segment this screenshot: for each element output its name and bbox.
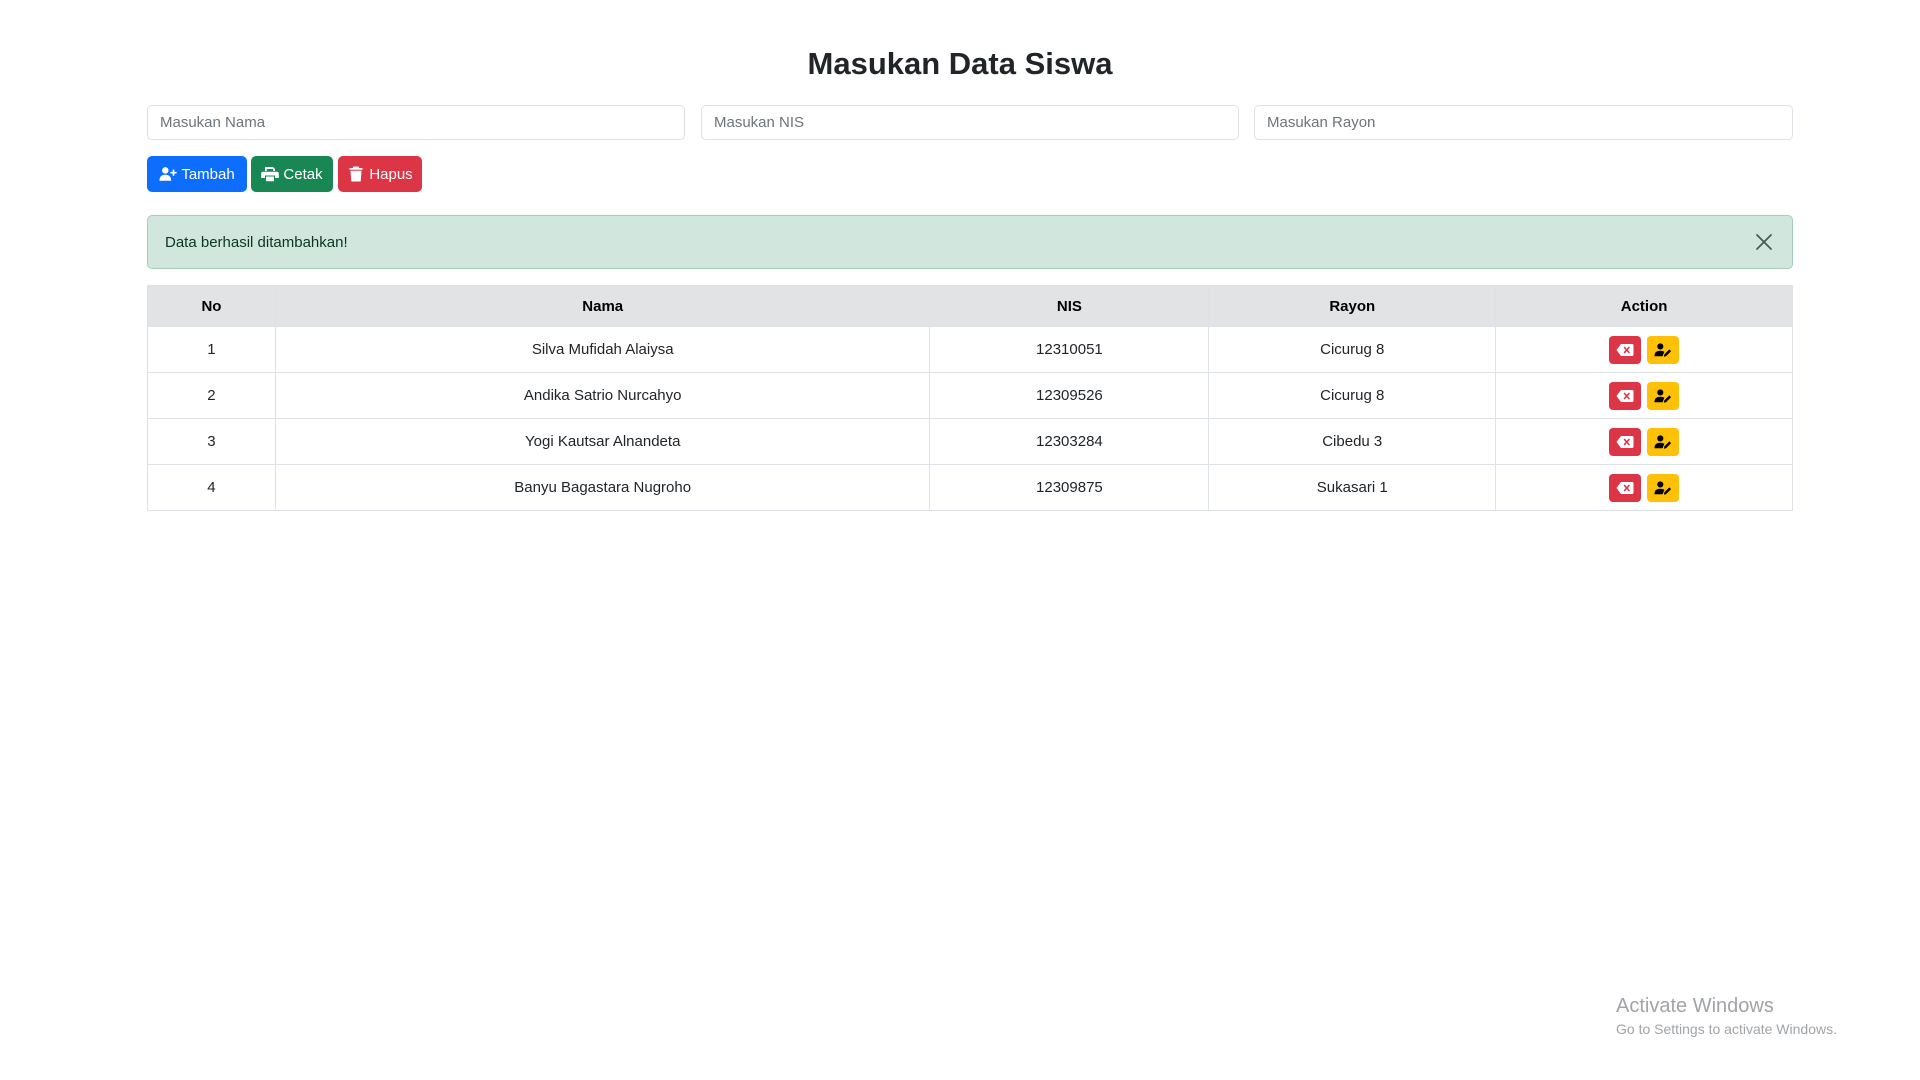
- cell-nama: Andika Satrio Nurcahyo: [274, 372, 931, 419]
- row-delete-button[interactable]: [1608, 335, 1641, 364]
- hapus-button[interactable]: Hapus: [338, 156, 422, 192]
- delete-left-icon: [1616, 343, 1634, 356]
- table-row: 4 Banyu Bagastara Nugroho 12309875 Sukas…: [147, 464, 1793, 511]
- page-title: Masukan Data Siswa: [807, 46, 1113, 81]
- cell-action: [1495, 372, 1793, 419]
- header-rayon: Rayon: [1208, 285, 1497, 327]
- row-edit-button[interactable]: [1647, 473, 1680, 502]
- cell-nama: Yogi Kautsar Alnandeta: [274, 418, 931, 465]
- cell-nama: Banyu Bagastara Nugroho: [274, 464, 931, 511]
- row-delete-button[interactable]: [1608, 473, 1641, 502]
- hapus-label: Hapus: [369, 165, 413, 183]
- cell-action: [1495, 418, 1793, 465]
- cell-no: 2: [147, 372, 276, 419]
- cell-no: 3: [147, 418, 276, 465]
- row-edit-button[interactable]: [1647, 427, 1680, 456]
- row-edit-button[interactable]: [1647, 335, 1680, 364]
- cell-rayon: Cibedu 3: [1208, 418, 1497, 465]
- header-action: Action: [1495, 285, 1793, 327]
- nis-input[interactable]: [701, 105, 1239, 140]
- delete-left-icon: [1616, 389, 1634, 402]
- user-plus-icon: [159, 167, 177, 181]
- trash-icon: [349, 166, 363, 182]
- watermark-title: Activate Windows: [1616, 995, 1774, 1017]
- header-no: No: [147, 285, 276, 327]
- page: Masukan Data Siswa Tambah Cetak Hapus Da…: [0, 0, 1920, 1080]
- activate-windows-watermark: Activate Windows Go to Settings to activ…: [1616, 993, 1837, 1038]
- alert-message: Data berhasil ditambahkan!: [165, 233, 348, 251]
- cell-nama: Silva Mufidah Alaiysa: [274, 326, 931, 373]
- table-row: 2 Andika Satrio Nurcahyo 12309526 Cicuru…: [147, 372, 1793, 419]
- student-table: No Nama NIS Rayon Action 1 Silva Mufidah…: [147, 285, 1793, 511]
- delete-left-icon: [1616, 435, 1634, 448]
- cell-action: [1495, 464, 1793, 511]
- cell-action: [1495, 326, 1793, 373]
- cell-nis: 12309875: [929, 464, 1210, 511]
- row-edit-button[interactable]: [1647, 381, 1680, 410]
- cell-nis: 12310051: [929, 326, 1210, 373]
- user-pen-icon: [1654, 388, 1672, 403]
- cell-nis: 12303284: [929, 418, 1210, 465]
- tambah-label: Tambah: [181, 165, 235, 183]
- watermark-subtitle: Go to Settings to activate Windows.: [1616, 1021, 1837, 1037]
- cetak-label: Cetak: [283, 165, 323, 183]
- user-pen-icon: [1654, 480, 1672, 495]
- cell-rayon: Cicurug 8: [1208, 372, 1497, 419]
- table-header-row: No Nama NIS Rayon Action: [147, 285, 1793, 327]
- header-nis: NIS: [929, 285, 1210, 327]
- nama-input[interactable]: [147, 105, 685, 140]
- row-delete-button[interactable]: [1608, 427, 1641, 456]
- delete-left-icon: [1616, 481, 1634, 494]
- row-delete-button[interactable]: [1608, 381, 1641, 410]
- cell-rayon: Cicurug 8: [1208, 326, 1497, 373]
- cell-no: 1: [147, 326, 276, 373]
- user-pen-icon: [1654, 434, 1672, 449]
- cetak-button[interactable]: Cetak: [251, 156, 333, 192]
- alert-close-button[interactable]: [1752, 230, 1776, 254]
- tambah-button[interactable]: Tambah: [147, 156, 247, 192]
- cell-nis: 12309526: [929, 372, 1210, 419]
- table-row: 1 Silva Mufidah Alaiysa 12310051 Cicurug…: [147, 326, 1793, 373]
- user-pen-icon: [1654, 342, 1672, 357]
- rayon-input[interactable]: [1254, 105, 1793, 140]
- print-icon: [261, 167, 280, 182]
- success-alert: Data berhasil ditambahkan!: [147, 215, 1793, 269]
- cell-rayon: Sukasari 1: [1208, 464, 1497, 511]
- header-nama: Nama: [274, 285, 931, 327]
- cell-no: 4: [147, 464, 276, 511]
- close-icon: [1756, 234, 1772, 250]
- table-row: 3 Yogi Kautsar Alnandeta 12303284 Cibedu…: [147, 418, 1793, 465]
